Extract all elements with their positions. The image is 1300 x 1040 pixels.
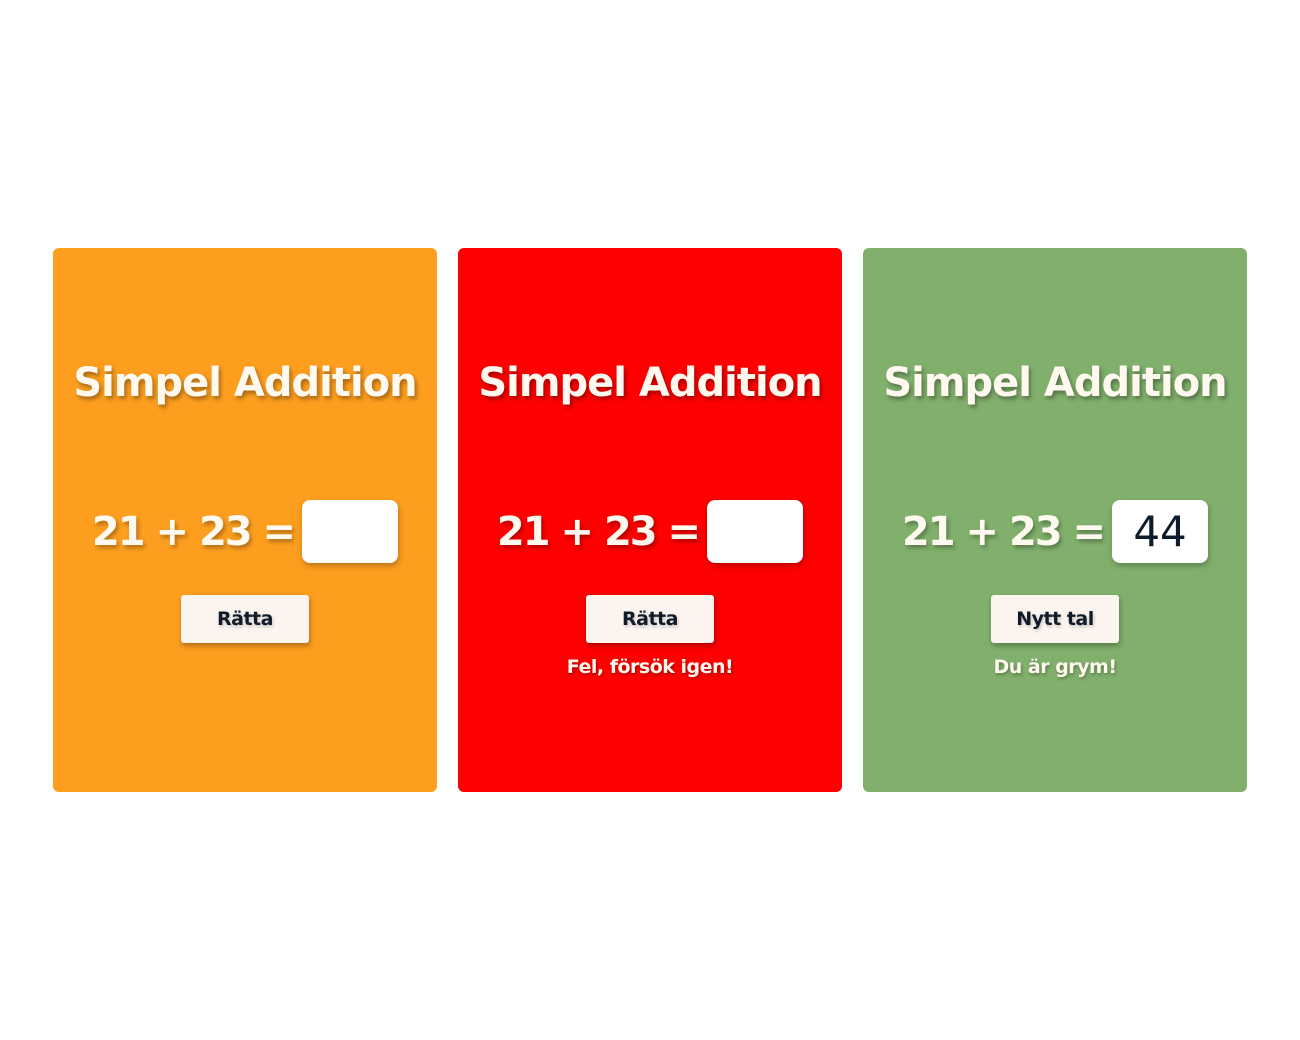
feedback-message: Du är grym! — [993, 656, 1117, 678]
equation-text: 21 + 23 = — [91, 508, 296, 555]
new-number-button[interactable]: Nytt tal — [991, 595, 1119, 643]
equation-row: 21 + 23 = — [53, 500, 437, 563]
answer-input[interactable] — [1112, 500, 1209, 563]
answer-input[interactable] — [707, 500, 804, 563]
page: Simpel Addition 21 + 23 = Rätta Simpel A… — [0, 0, 1300, 1040]
equation-row: 21 + 23 = — [458, 500, 842, 563]
equation-text: 21 + 23 = — [496, 508, 701, 555]
check-button[interactable]: Rätta — [181, 595, 309, 643]
feedback-message: Fel, försök igen! — [566, 656, 734, 678]
addition-card-neutral: Simpel Addition 21 + 23 = Rätta — [53, 248, 437, 792]
card-title: Simpel Addition — [883, 360, 1227, 406]
equation-row: 21 + 23 = — [863, 500, 1247, 563]
equation-text: 21 + 23 = — [901, 508, 1106, 555]
card-title: Simpel Addition — [73, 360, 417, 406]
card-title: Simpel Addition — [478, 360, 822, 406]
answer-input[interactable] — [302, 500, 399, 563]
addition-card-correct: Simpel Addition 21 + 23 = Nytt tal Du är… — [863, 248, 1247, 792]
check-button[interactable]: Rätta — [586, 595, 714, 643]
addition-card-wrong: Simpel Addition 21 + 23 = Rätta Fel, för… — [458, 248, 842, 792]
